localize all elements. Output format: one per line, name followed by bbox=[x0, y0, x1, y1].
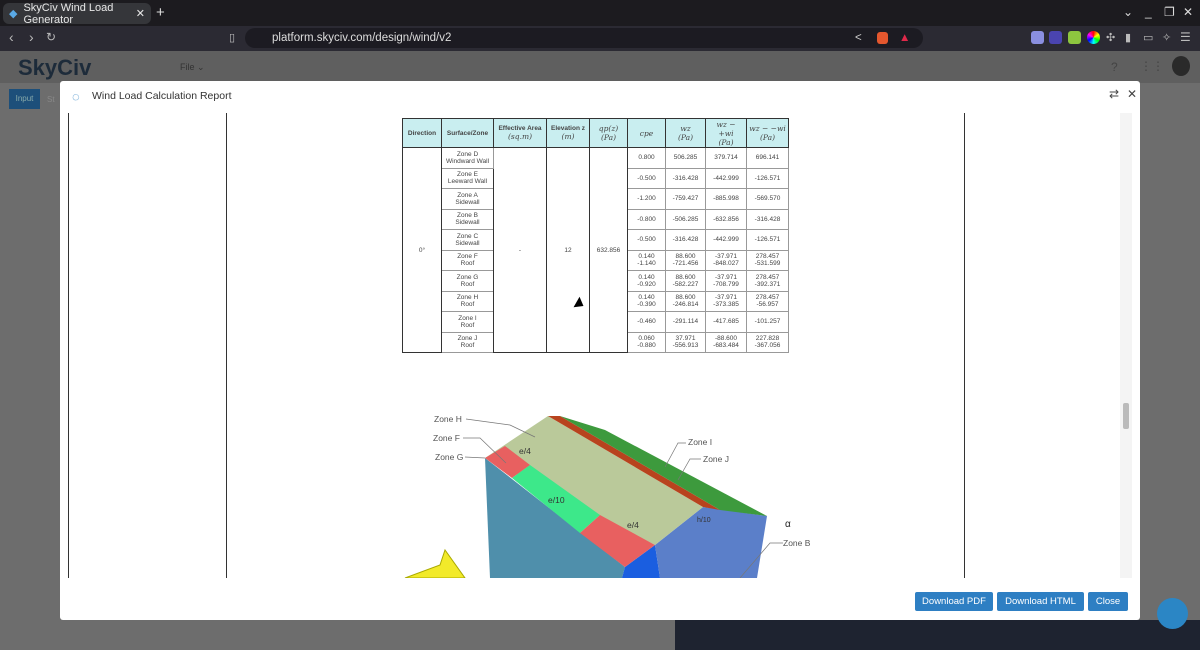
label-e4: e/4 bbox=[627, 520, 639, 530]
skyciv-logo[interactable]: SkyCiv bbox=[18, 55, 91, 81]
label-zone-i: Zone I bbox=[688, 437, 712, 447]
wind-arrow-icon bbox=[404, 548, 466, 578]
restore-icon[interactable]: ❐ bbox=[1164, 5, 1175, 19]
label-e10: e/10 bbox=[548, 495, 565, 505]
sidebar-icon[interactable]: ▮ bbox=[1125, 31, 1131, 44]
tab-bar: ◆ SkyCiv Wind Load Generator ✕ + ⌄ _ ❐ ✕ bbox=[0, 0, 1200, 26]
help-icon[interactable]: ? bbox=[1111, 60, 1118, 74]
extensions-icon[interactable]: ✣ bbox=[1106, 31, 1115, 44]
apps-grid-icon[interactable]: ⋮⋮ bbox=[1140, 59, 1164, 73]
reload-icon[interactable]: ↻ bbox=[46, 30, 56, 44]
url-bar[interactable]: platform.skyciv.com/design/wind/v2 < ▲ bbox=[245, 28, 923, 48]
report-content[interactable]: Direction Surface/Zone Effective Area (sq… bbox=[68, 113, 1120, 578]
swap-icon[interactable]: ⇄ bbox=[1109, 87, 1119, 101]
roof-zone-diagram: Zone H Zone F Zone G Zone I Zone J Zone … bbox=[404, 414, 811, 578]
label-zone-j: Zone J bbox=[703, 454, 729, 464]
scroll-thumb[interactable] bbox=[1123, 403, 1129, 429]
input-tab[interactable]: Input bbox=[9, 89, 40, 109]
brave-rewards-icon[interactable]: ▲ bbox=[899, 28, 910, 48]
chat-button[interactable] bbox=[1157, 598, 1188, 629]
color-picker-icon[interactable] bbox=[1087, 31, 1100, 44]
back-icon[interactable]: ‹ bbox=[9, 29, 14, 45]
close-modal-icon[interactable]: ✕ bbox=[1127, 87, 1137, 101]
report-scrollbar[interactable] bbox=[1120, 113, 1132, 578]
browser-tab[interactable]: ◆ SkyCiv Wind Load Generator ✕ bbox=[3, 2, 151, 26]
extension-chart-icon[interactable] bbox=[1068, 31, 1081, 44]
label-zone-f: Zone F bbox=[433, 433, 460, 443]
skyciv-icon: ◌ bbox=[72, 89, 80, 104]
second-tab[interactable]: St bbox=[47, 95, 55, 104]
report-modal: ◌ Wind Load Calculation Report ⇄ ✕ Direc… bbox=[60, 81, 1140, 620]
close-window-icon[interactable]: ✕ bbox=[1183, 5, 1193, 19]
label-alpha: α bbox=[785, 519, 791, 530]
skyciv-favicon-icon: ◆ bbox=[9, 8, 18, 20]
new-tab-icon[interactable]: + bbox=[156, 4, 165, 21]
wallet-icon[interactable]: ▭ bbox=[1143, 31, 1153, 44]
modal-title: Wind Load Calculation Report bbox=[92, 90, 232, 102]
download-pdf-button[interactable]: Download PDF bbox=[915, 592, 993, 611]
label-h10: h/10 bbox=[697, 517, 711, 524]
download-html-button[interactable]: Download HTML bbox=[997, 592, 1084, 611]
label-zone-b: Zone B bbox=[783, 538, 811, 548]
minimize-icon[interactable]: _ bbox=[1145, 5, 1152, 19]
close-tab-icon[interactable]: ✕ bbox=[136, 7, 145, 20]
leo-icon[interactable]: ✧ bbox=[1162, 31, 1171, 44]
forward-icon[interactable]: › bbox=[29, 29, 34, 45]
share-icon[interactable]: < bbox=[855, 28, 862, 48]
file-menu[interactable]: File ⌄ bbox=[180, 62, 205, 73]
label-zone-h: Zone H bbox=[434, 414, 462, 424]
avatar[interactable] bbox=[1172, 56, 1190, 76]
label-e4: e/4 bbox=[519, 446, 531, 456]
extension-p-icon[interactable] bbox=[1049, 31, 1062, 44]
brave-shield-icon[interactable] bbox=[877, 32, 888, 44]
extension-icon[interactable] bbox=[1031, 31, 1044, 44]
label-zone-g: Zone G bbox=[435, 452, 463, 462]
bookmark-icon[interactable]: ▯ bbox=[229, 31, 235, 44]
close-button[interactable]: Close bbox=[1088, 592, 1128, 611]
menu-icon[interactable]: ☰ bbox=[1180, 30, 1191, 44]
dark-panel bbox=[675, 620, 1200, 650]
tab-list-icon[interactable]: ⌄ bbox=[1123, 5, 1133, 19]
